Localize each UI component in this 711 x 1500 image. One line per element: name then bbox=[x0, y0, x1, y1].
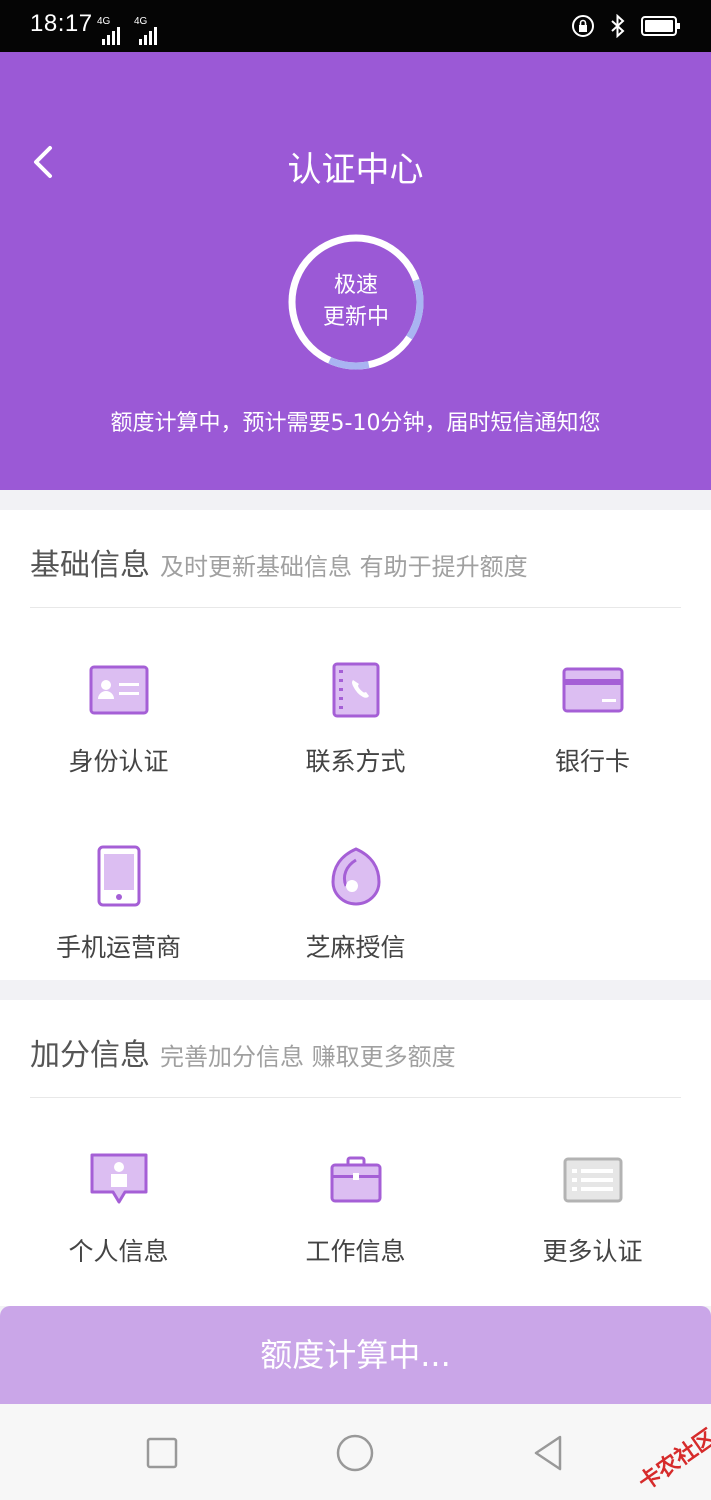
basic-info-section: 基础信息 及时更新基础信息 有助于提升额度 身份认证 联系方式 银行卡 手机运营… bbox=[0, 510, 711, 980]
contact-book-icon bbox=[332, 662, 379, 718]
recent-apps-button[interactable] bbox=[141, 1432, 183, 1474]
mobile-phone-icon bbox=[97, 845, 140, 907]
briefcase-icon bbox=[330, 1156, 381, 1203]
triangle-back-icon bbox=[534, 1435, 562, 1471]
signal-bars-icon bbox=[102, 27, 120, 45]
item-label: 手机运营商 bbox=[55, 933, 181, 962]
square-icon bbox=[146, 1437, 178, 1469]
identity-verification-item[interactable]: 身份认证 bbox=[0, 622, 237, 792]
section-subtitle: 及时更新基础信息 有助于提升额度 bbox=[160, 553, 528, 581]
sesame-credit-item[interactable]: 芝麻授信 bbox=[237, 808, 474, 978]
back-nav-button[interactable] bbox=[528, 1432, 570, 1474]
item-label: 更多认证 bbox=[542, 1237, 643, 1266]
section-title: 基础信息 bbox=[30, 548, 150, 583]
home-button[interactable] bbox=[334, 1432, 376, 1474]
divider bbox=[30, 1097, 681, 1098]
item-label: 个人信息 bbox=[68, 1237, 169, 1266]
item-label: 工作信息 bbox=[305, 1237, 406, 1266]
signal-label-2: 4G bbox=[134, 16, 148, 27]
personal-info-item[interactable]: 个人信息 bbox=[0, 1112, 237, 1282]
work-info-item[interactable]: 工作信息 bbox=[237, 1112, 474, 1282]
bank-card-item[interactable]: 银行卡 bbox=[474, 622, 711, 792]
ring-status: 极速 更新中 bbox=[286, 232, 426, 372]
bonus-info-section: 加分信息 完善加分信息 赚取更多额度 个人信息 工作信息 更多认证 bbox=[0, 1000, 711, 1306]
section-subtitle: 完善加分信息 赚取更多额度 bbox=[160, 1043, 456, 1071]
status-time: 18:17 bbox=[30, 10, 93, 37]
mobile-carrier-item[interactable]: 手机运营商 bbox=[0, 808, 237, 978]
calculation-notice: 额度计算中，预计需要5-10分钟，届时短信通知您 bbox=[110, 411, 601, 436]
more-list-icon bbox=[563, 1157, 622, 1203]
signal-bars-icon-2 bbox=[139, 27, 157, 45]
battery-icon bbox=[641, 16, 680, 36]
ring-line-1: 极速 bbox=[333, 273, 378, 298]
rotation-lock-icon bbox=[572, 15, 594, 37]
item-label: 银行卡 bbox=[554, 747, 630, 776]
page-title: 认证中心 bbox=[287, 150, 424, 190]
status-bar: 18:17 4G 4G bbox=[0, 0, 711, 52]
header: 认证中心 极速 更新中 额度计算中，预计需要5-10分钟，届时短信通知您 bbox=[0, 52, 711, 490]
id-card-icon bbox=[89, 665, 148, 715]
section-title: 加分信息 bbox=[30, 1038, 150, 1073]
contact-info-item[interactable]: 联系方式 bbox=[237, 622, 474, 792]
navigation-bar bbox=[0, 1404, 711, 1500]
ring-line-2: 更新中 bbox=[322, 305, 389, 330]
bonus-info-header: 加分信息 完善加分信息 赚取更多额度 bbox=[30, 1030, 456, 1074]
circle-icon bbox=[336, 1434, 374, 1472]
calculating-button[interactable]: 额度计算中... bbox=[0, 1306, 711, 1404]
more-verification-item[interactable]: 更多认证 bbox=[474, 1112, 711, 1282]
item-label: 联系方式 bbox=[305, 747, 406, 776]
item-label: 身份认证 bbox=[68, 747, 169, 776]
bluetooth-icon bbox=[611, 14, 625, 38]
basic-info-header: 基础信息 及时更新基础信息 有助于提升额度 bbox=[30, 540, 528, 584]
person-info-icon bbox=[90, 1153, 147, 1204]
divider bbox=[30, 607, 681, 608]
sesame-icon bbox=[330, 847, 381, 906]
signal-label-1: 4G bbox=[97, 16, 111, 27]
bank-card-icon bbox=[562, 667, 623, 713]
item-label: 芝麻授信 bbox=[305, 933, 406, 962]
